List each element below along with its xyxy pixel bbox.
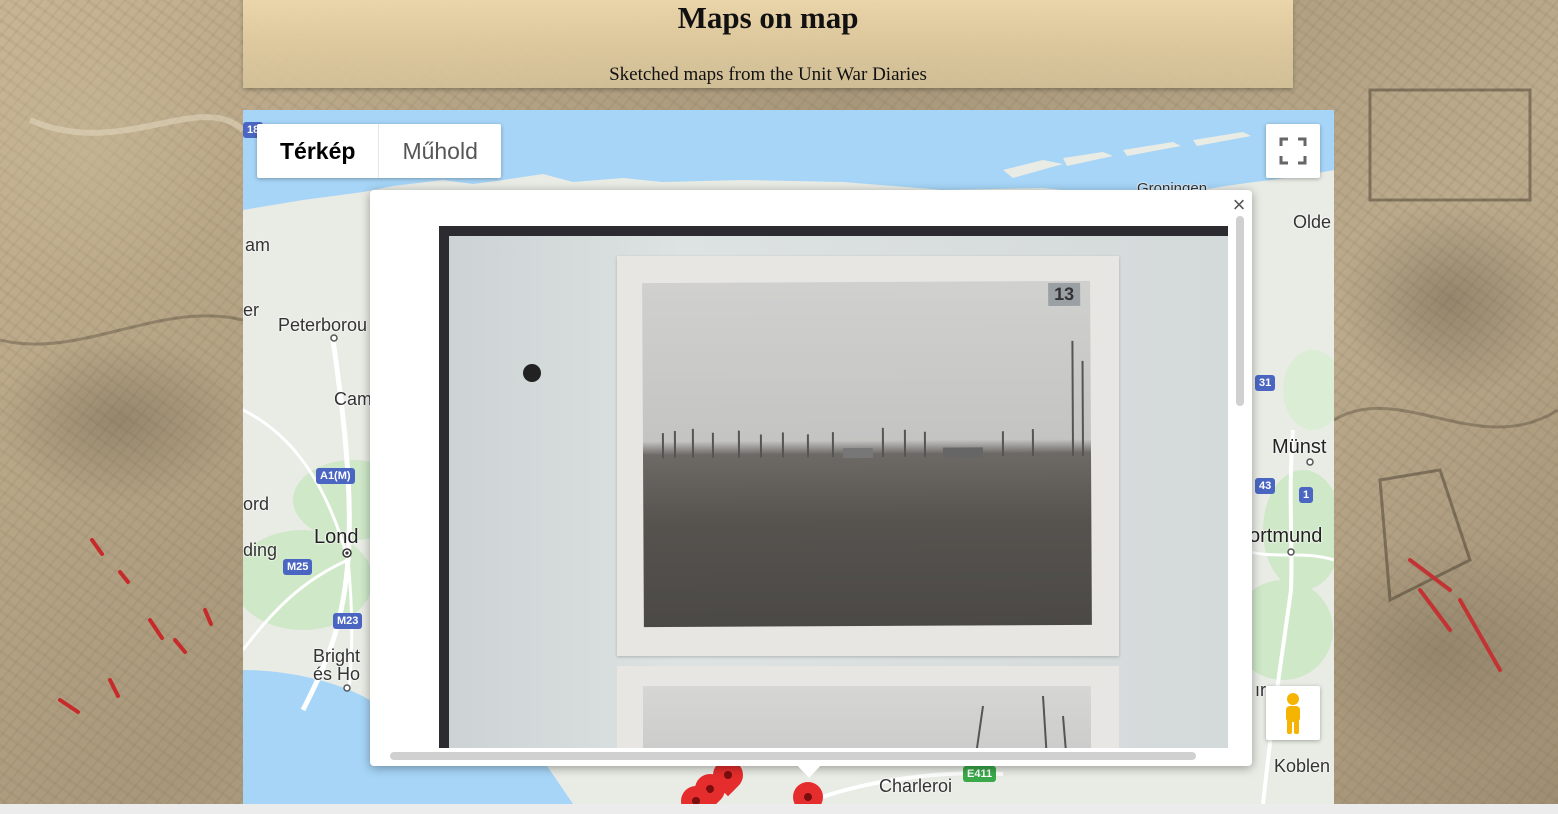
page-subtitle: Sketched maps from the Unit War Diaries — [609, 64, 927, 85]
photo-mount: 13 — [617, 256, 1119, 656]
map-label-reading: ding — [243, 540, 278, 560]
landscape-photo: 13 — [642, 280, 1092, 628]
road-shield-31: 31 — [1255, 375, 1276, 391]
map-label-cambridge: Cam — [334, 389, 373, 409]
map-label-peterborough: Peterborou — [278, 315, 368, 335]
horizontal-scrollbar[interactable] — [390, 752, 1196, 760]
map-type-satellite-button[interactable]: Műhold — [378, 124, 500, 178]
map-label-koblenz: Koblen — [1274, 756, 1331, 776]
street-view-pegman-button[interactable] — [1266, 686, 1320, 740]
map-type-control: Térkép Műhold — [257, 124, 501, 178]
map-label-ir: ır — [1255, 680, 1266, 700]
map-label-dortmund: ortmund — [1249, 525, 1323, 547]
map-label-charleroi: Charleroi — [879, 776, 953, 796]
map-info-window: 13 × — [370, 190, 1252, 766]
map-label-munster: Münst — [1272, 436, 1327, 458]
tree-line — [661, 340, 1085, 459]
info-window-close-button[interactable]: × — [1228, 194, 1250, 216]
road-shield-m25: M25 — [283, 559, 313, 575]
vertical-scrollbar[interactable] — [1236, 216, 1244, 406]
road-shield-43: 43 — [1255, 478, 1276, 494]
fullscreen-icon — [1279, 137, 1307, 165]
fullscreen-button[interactable] — [1266, 124, 1320, 178]
diary-page: 13 — [449, 236, 1228, 748]
second-photo — [643, 686, 1091, 748]
photo-number-badge: 13 — [1048, 282, 1081, 307]
map-label-london: Lond — [314, 526, 359, 548]
map-type-map-button[interactable]: Térkép — [257, 124, 378, 178]
road-shield-e411: E411 — [963, 766, 997, 782]
pegman-icon — [1286, 693, 1300, 734]
war-diary-scan-image: 13 — [439, 226, 1228, 748]
road-shield-m23: M23 — [333, 613, 363, 629]
photo-mount-second — [617, 666, 1119, 748]
second-photo-trees — [975, 695, 1067, 748]
info-window-pointer — [796, 764, 822, 778]
map-label-brighton-hove: és Ho — [313, 664, 361, 684]
page-bottom-bar — [0, 804, 1558, 814]
map-label-ord: ord — [243, 494, 270, 514]
map-label-er: er — [243, 300, 260, 320]
road-shield-1: 1 — [1299, 487, 1314, 503]
road-shield-a1m: A1(M) — [316, 468, 355, 484]
page-header: Maps on map Sketched maps from the Unit … — [243, 0, 1293, 88]
map-label-am: am — [245, 235, 271, 255]
punch-hole — [523, 364, 541, 382]
map-label-oldenburg: Olde — [1293, 212, 1332, 232]
page-title: Maps on map — [677, 0, 859, 35]
